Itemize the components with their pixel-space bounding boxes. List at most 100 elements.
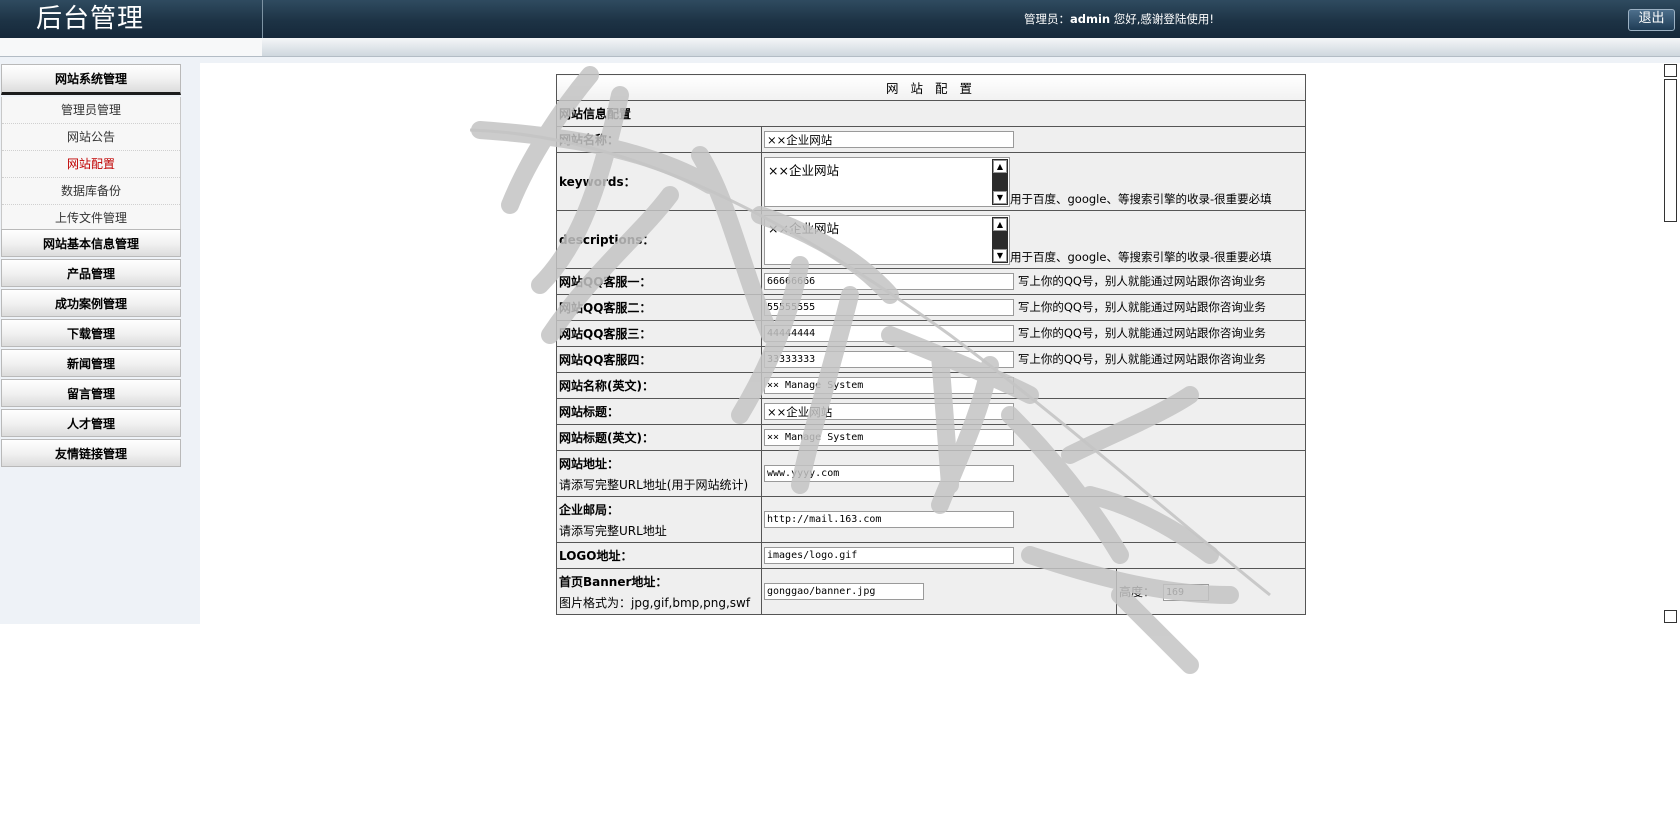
banner-label: 首页Banner地址：: [559, 574, 668, 589]
scroll-up-button[interactable]: [1664, 64, 1677, 77]
descriptions-cell: ××企业网站 ▲ ▼ 用于百度、google、等搜索引擎的收录-很重要必填: [761, 210, 1306, 269]
menu-section-cases[interactable]: 成功案例管理: [1, 289, 181, 317]
site-title-en-input[interactable]: [764, 429, 1014, 446]
scroll-down-button[interactable]: [1664, 610, 1677, 623]
site-title-en-label: 网站标题(英文)：: [556, 424, 762, 451]
qq3-hint: 写上你的QQ号，别人就能通过网站跟你咨询业务: [1017, 326, 1266, 340]
mail-label-cell: 企业邮局： 请添写完整URL地址: [556, 496, 762, 543]
username: admin: [1070, 12, 1111, 26]
banner-sublabel: 图片格式为：jpg,gif,bmp,png,swf: [559, 595, 751, 610]
site-url-label: 网站地址：: [559, 456, 620, 471]
keywords-scrollbar[interactable]: ▲ ▼: [992, 158, 1008, 205]
descriptions-value: ××企业网站: [768, 220, 839, 236]
qq2-hint: 写上你的QQ号，别人就能通过网站跟你咨询业务: [1017, 300, 1266, 314]
form-title: 网 站 配 置: [556, 74, 1306, 101]
site-url-cell: [761, 450, 1306, 497]
sidebar-item-announcement[interactable]: 网站公告: [2, 124, 180, 151]
logo-cell: [761, 542, 1306, 569]
title-block: 后台管理: [0, 0, 263, 38]
blank-lower-area: [0, 624, 1680, 840]
top-header-bar: 后台管理 管理员：admin 您好,感谢登陆使用! 退出: [0, 0, 1680, 38]
banner-input[interactable]: [764, 583, 924, 600]
sub-header-left: [0, 38, 262, 56]
site-title-label: 网站标题：: [556, 398, 762, 425]
app-title: 后台管理: [36, 4, 145, 34]
sub-header-bar: [0, 38, 1680, 57]
scroll-down-icon[interactable]: ▼: [993, 190, 1007, 204]
qq2-input[interactable]: [764, 299, 1014, 316]
site-name-label: 网站名称：: [556, 126, 762, 153]
qq3-label: 网站QQ客服三：: [556, 320, 762, 347]
sidebar-item-admin[interactable]: 管理员管理: [2, 97, 180, 124]
site-url-input[interactable]: [764, 465, 1014, 482]
qq1-label: 网站QQ客服一：: [556, 268, 762, 295]
site-url-sublabel: 请添写完整URL地址(用于网站统计): [559, 477, 749, 492]
sidebar: 网站系统管理 管理员管理 网站公告 网站配置 数据库备份 上传文件管理 网站基本…: [0, 63, 200, 624]
qq4-cell: 写上你的QQ号，别人就能通过网站跟你咨询业务: [761, 346, 1306, 373]
main-content: 网 站 配 置 网站信息配置 网站名称： keywords： ××企业网站 ▲▼…: [200, 63, 1662, 624]
keywords-textarea[interactable]: ××企业网站 ▲ ▼: [764, 156, 1010, 207]
scroll-down-icon[interactable]: ▼: [993, 248, 1007, 262]
site-title-en-cell: [761, 424, 1306, 451]
mail-input[interactable]: [764, 511, 1014, 528]
mail-label: 企业邮局：: [559, 502, 620, 517]
menu-section-basic-info[interactable]: 网站基本信息管理: [1, 229, 181, 257]
scroll-up-icon[interactable]: ▲: [993, 159, 1007, 173]
site-url-label-cell: 网站地址： 请添写完整URL地址(用于网站统计): [556, 450, 762, 497]
descriptions-label: descriptions：: [556, 210, 762, 269]
menu-section-products[interactable]: 产品管理: [1, 259, 181, 287]
site-name-en-input[interactable]: [764, 377, 1014, 394]
banner-cell: [761, 568, 1117, 615]
logo-input[interactable]: [764, 547, 1014, 564]
sidebar-item-upload-files[interactable]: 上传文件管理: [2, 205, 180, 231]
banner-height-label: 高度：: [1119, 584, 1156, 599]
site-title-cell: [761, 398, 1306, 425]
qq3-input[interactable]: [764, 325, 1014, 342]
logout-button[interactable]: 退出: [1628, 9, 1675, 31]
qq4-label: 网站QQ客服四：: [556, 346, 762, 373]
qq1-cell: 写上你的QQ号，别人就能通过网站跟你咨询业务: [761, 268, 1306, 295]
section-header: 网站信息配置: [556, 100, 1306, 127]
menu-section-talent[interactable]: 人才管理: [1, 409, 181, 437]
qq4-input[interactable]: [764, 351, 1014, 368]
site-title-input[interactable]: [764, 403, 1014, 420]
logo-label: LOGO地址：: [556, 542, 762, 569]
descriptions-scrollbar[interactable]: ▲ ▼: [992, 216, 1008, 263]
banner-label-cell: 首页Banner地址： 图片格式为：jpg,gif,bmp,png,swf: [556, 568, 762, 615]
site-name-en-cell: [761, 372, 1306, 399]
qq2-cell: 写上你的QQ号，别人就能通过网站跟你咨询业务: [761, 294, 1306, 321]
mail-sublabel: 请添写完整URL地址: [559, 523, 667, 538]
site-name-input[interactable]: [764, 131, 1014, 148]
menu-section-links[interactable]: 友情链接管理: [1, 439, 181, 467]
site-name-en-label: 网站名称(英文)：: [556, 372, 762, 399]
menu-sublist-site-system: 管理员管理 网站公告 网站配置 数据库备份 上传文件管理: [1, 97, 181, 231]
qq2-label: 网站QQ客服二：: [556, 294, 762, 321]
keywords-label: keywords：: [556, 152, 762, 211]
scroll-thumb[interactable]: [1664, 79, 1677, 222]
menu-section-messages[interactable]: 留言管理: [1, 379, 181, 407]
welcome-message: 管理员：admin 您好,感谢登陆使用!: [1024, 11, 1214, 27]
menu-section-news[interactable]: 新闻管理: [1, 349, 181, 377]
menu-section-downloads[interactable]: 下载管理: [1, 319, 181, 347]
keywords-cell: ××企业网站 ▲ ▼ 用于百度、google、等搜索引擎的收录-很重要必填: [761, 152, 1306, 211]
qq4-hint: 写上你的QQ号，别人就能通过网站跟你咨询业务: [1017, 352, 1266, 366]
welcome-suffix: 您好,感谢登陆使用!: [1110, 12, 1215, 26]
menu-section-site-system[interactable]: 网站系统管理: [1, 64, 181, 95]
scroll-up-icon[interactable]: ▲: [993, 217, 1007, 231]
sidebar-item-db-backup[interactable]: 数据库备份: [2, 178, 180, 205]
qq1-input[interactable]: [764, 273, 1014, 290]
welcome-prefix: 管理员：: [1024, 12, 1070, 26]
banner-height-cell: 高度：: [1116, 568, 1306, 615]
page-scrollbar[interactable]: [1663, 63, 1680, 624]
site-config-table: 网 站 配 置 网站信息配置 网站名称： keywords： ××企业网站 ▲▼…: [556, 74, 1306, 615]
qq1-hint: 写上你的QQ号，别人就能通过网站跟你咨询业务: [1017, 274, 1266, 288]
sidebar-item-site-config[interactable]: 网站配置: [2, 151, 180, 178]
site-name-cell: [761, 126, 1306, 153]
banner-height-input[interactable]: [1163, 583, 1209, 601]
keywords-hint: 用于百度、google、等搜索引擎的收录-很重要必填: [1010, 191, 1272, 206]
mail-cell: [761, 496, 1306, 543]
descriptions-hint: 用于百度、google、等搜索引擎的收录-很重要必填: [1010, 249, 1272, 264]
descriptions-textarea[interactable]: ××企业网站 ▲ ▼: [764, 214, 1010, 265]
keywords-value: ××企业网站: [768, 162, 839, 178]
qq3-cell: 写上你的QQ号，别人就能通过网站跟你咨询业务: [761, 320, 1306, 347]
